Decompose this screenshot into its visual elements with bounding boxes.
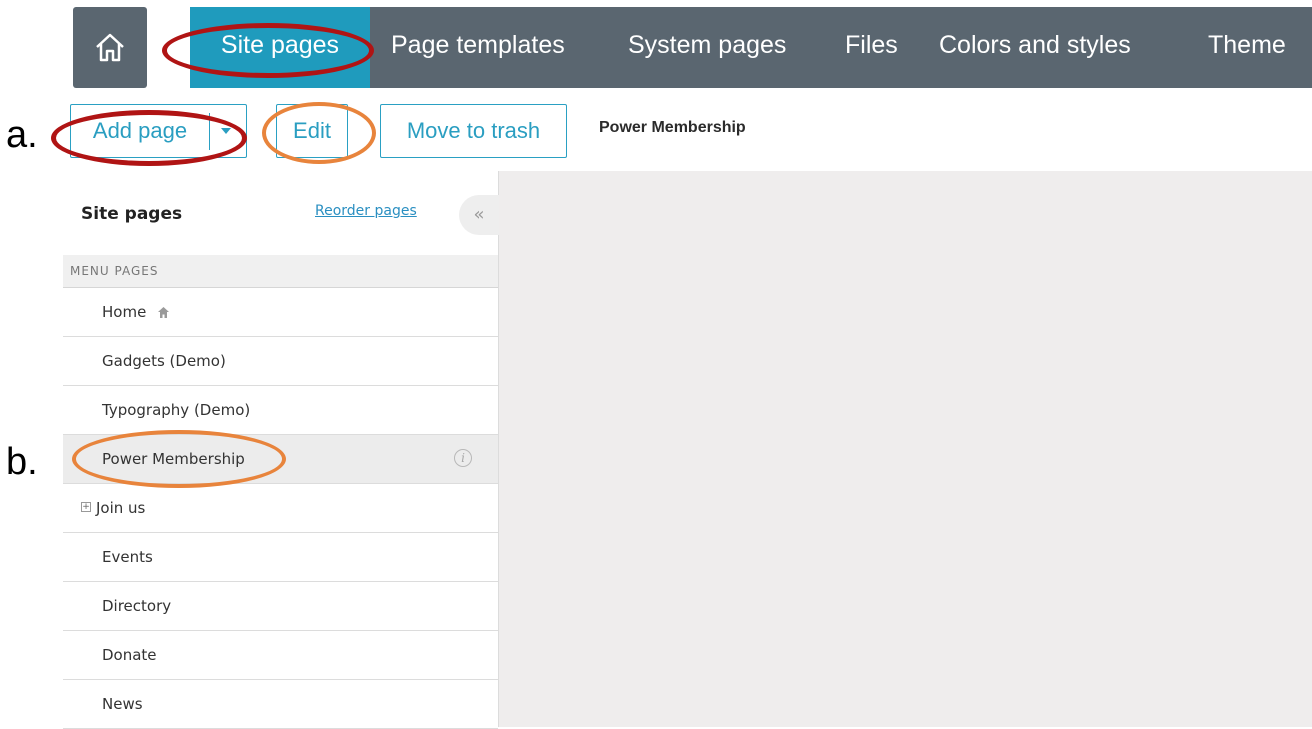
page-item-join-us[interactable]: + Join us	[63, 484, 498, 533]
tab-colors-and-styles[interactable]: Colors and styles	[939, 7, 1131, 88]
reorder-pages-link[interactable]: Reorder pages	[315, 203, 417, 219]
annotation-label-a: a.	[6, 114, 38, 156]
page-item-label: Home	[102, 303, 147, 321]
page-item-label: Donate	[102, 646, 157, 664]
page-item-label: Typography (Demo)	[102, 401, 251, 419]
home-icon	[158, 307, 170, 318]
tab-theme[interactable]: Theme	[1208, 7, 1286, 88]
sidebar-title: Site pages	[81, 204, 183, 224]
button-divider	[209, 113, 210, 150]
add-page-button[interactable]: Add page	[70, 104, 247, 158]
tab-site-pages[interactable]: Site pages	[190, 7, 370, 88]
annotation-label-b: b.	[6, 441, 38, 483]
edit-button[interactable]: Edit	[276, 104, 348, 158]
tab-system-pages[interactable]: System pages	[628, 7, 786, 88]
collapse-sidebar-button[interactable]: «	[459, 195, 499, 235]
page-item-events[interactable]: Events	[63, 533, 498, 582]
site-pages-sidebar: Site pages Reorder pages « MENU PAGES Ho…	[63, 171, 499, 729]
page-item-home[interactable]: Home	[63, 288, 498, 337]
top-navigation: Site pages Page templates System pages F…	[190, 7, 1312, 88]
tab-page-templates[interactable]: Page templates	[391, 7, 565, 88]
page-item-label: Gadgets (Demo)	[102, 352, 226, 370]
page-item-news[interactable]: News	[63, 680, 498, 729]
page-preview-area	[499, 171, 1312, 727]
dropdown-caret-icon[interactable]	[221, 128, 231, 134]
info-icon[interactable]: i	[454, 449, 472, 467]
tab-files[interactable]: Files	[845, 7, 898, 88]
home-button[interactable]	[73, 7, 147, 88]
page-item-typography[interactable]: Typography (Demo)	[63, 386, 498, 435]
page-item-directory[interactable]: Directory	[63, 582, 498, 631]
page-item-label: Join us	[96, 499, 146, 517]
page-item-donate[interactable]: Donate	[63, 631, 498, 680]
page-item-label: News	[102, 695, 143, 713]
menu-pages-header: MENU PAGES	[63, 255, 498, 288]
home-icon	[96, 33, 124, 61]
page-item-gadgets[interactable]: Gadgets (Demo)	[63, 337, 498, 386]
page-item-label: Power Membership	[102, 450, 245, 468]
move-to-trash-button[interactable]: Move to trash	[380, 104, 567, 158]
current-page-title: Power Membership	[599, 119, 746, 136]
expand-icon[interactable]: +	[81, 502, 91, 512]
page-item-label: Events	[102, 548, 153, 566]
page-item-label: Directory	[102, 597, 172, 615]
page-item-power-membership[interactable]: Power Membership i	[63, 435, 498, 484]
add-page-label: Add page	[92, 118, 188, 143]
